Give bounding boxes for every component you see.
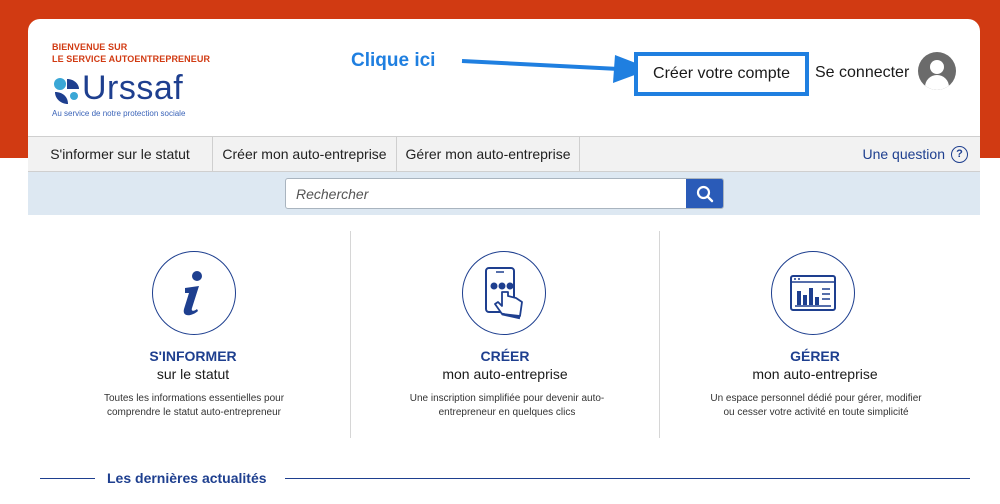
avatar-body xyxy=(925,75,949,90)
feature-gerer-description: Un espace personnel dédié pour gérer, mo… xyxy=(710,393,922,418)
welcome-text: BIENVENUE SUR LE SERVICE AUTOENTREPRENEU… xyxy=(52,41,210,65)
feature-gerer-title: GÉRER xyxy=(790,348,840,364)
feature-informer-circle xyxy=(152,251,236,335)
logo-tagline: Au service de notre protection sociale xyxy=(52,109,186,118)
feature-creer-subtitle: mon auto-entreprise xyxy=(442,366,568,382)
create-account-label: Créer votre compte xyxy=(653,65,790,82)
main-card: BIENVENUE SUR LE SERVICE AUTOENTREPRENEU… xyxy=(28,19,980,504)
search-bar xyxy=(285,178,724,209)
annotation-label: Clique ici xyxy=(351,50,436,71)
welcome-line-1: BIENVENUE SUR xyxy=(52,42,128,52)
news-section-header: Les dernières actualités xyxy=(40,470,970,490)
search-input[interactable] xyxy=(286,179,686,208)
search-icon xyxy=(696,185,713,202)
welcome-line-2: LE SERVICE AUTOENTREPRENEUR xyxy=(52,54,211,64)
user-avatar-icon[interactable] xyxy=(918,52,956,90)
create-account-button[interactable]: Créer votre compte xyxy=(634,52,809,96)
annotation-arrow-icon xyxy=(461,55,651,83)
urssaf-logo-mark-icon xyxy=(54,78,79,104)
feature-informer-title: S'INFORMER xyxy=(149,348,237,364)
feature-creer[interactable]: CRÉER mon auto-entreprise Une inscriptio… xyxy=(350,231,660,438)
news-divider-left xyxy=(40,478,95,479)
search-button[interactable] xyxy=(686,179,723,208)
nav-item-creer[interactable]: Créer mon auto-entreprise xyxy=(213,137,397,171)
info-icon xyxy=(183,271,202,316)
main-nav: S'informer sur le statut Créer mon auto-… xyxy=(28,136,980,172)
news-divider-right xyxy=(285,478,970,479)
feature-creer-description: Une inscription simplifiée pour devenir … xyxy=(409,393,605,418)
feature-informer[interactable]: S'INFORMER sur le statut Toutes les info… xyxy=(38,231,348,438)
urssaf-logo[interactable]: Urssaf Au service de notre protection so… xyxy=(52,69,212,119)
feature-gerer-subtitle: mon auto-entreprise xyxy=(752,366,878,382)
news-title: Les dernières actualités xyxy=(107,470,267,486)
feature-creer-circle xyxy=(462,251,546,335)
help-icon: ? xyxy=(951,145,968,163)
search-band xyxy=(28,172,980,215)
feature-gerer[interactable]: GÉRER mon auto-entreprise Un espace pers… xyxy=(660,231,970,438)
tablet-touch-icon xyxy=(485,267,523,320)
feature-creer-title: CRÉER xyxy=(480,348,530,364)
question-link[interactable]: Une question ? xyxy=(862,137,968,171)
avatar-head xyxy=(930,60,944,74)
feature-gerer-circle xyxy=(771,251,855,335)
logo-wordmark: Urssaf xyxy=(82,69,184,107)
nav-item-gerer[interactable]: Gérer mon auto-entreprise xyxy=(397,137,580,171)
question-label: Une question xyxy=(862,146,945,162)
feature-informer-subtitle: sur le statut xyxy=(156,366,230,382)
login-link[interactable]: Se connecter xyxy=(815,64,909,82)
feature-informer-description: Toutes les informations essentielles pou… xyxy=(103,393,285,418)
dashboard-chart-icon xyxy=(790,275,836,311)
nav-item-informer[interactable]: S'informer sur le statut xyxy=(28,137,213,171)
